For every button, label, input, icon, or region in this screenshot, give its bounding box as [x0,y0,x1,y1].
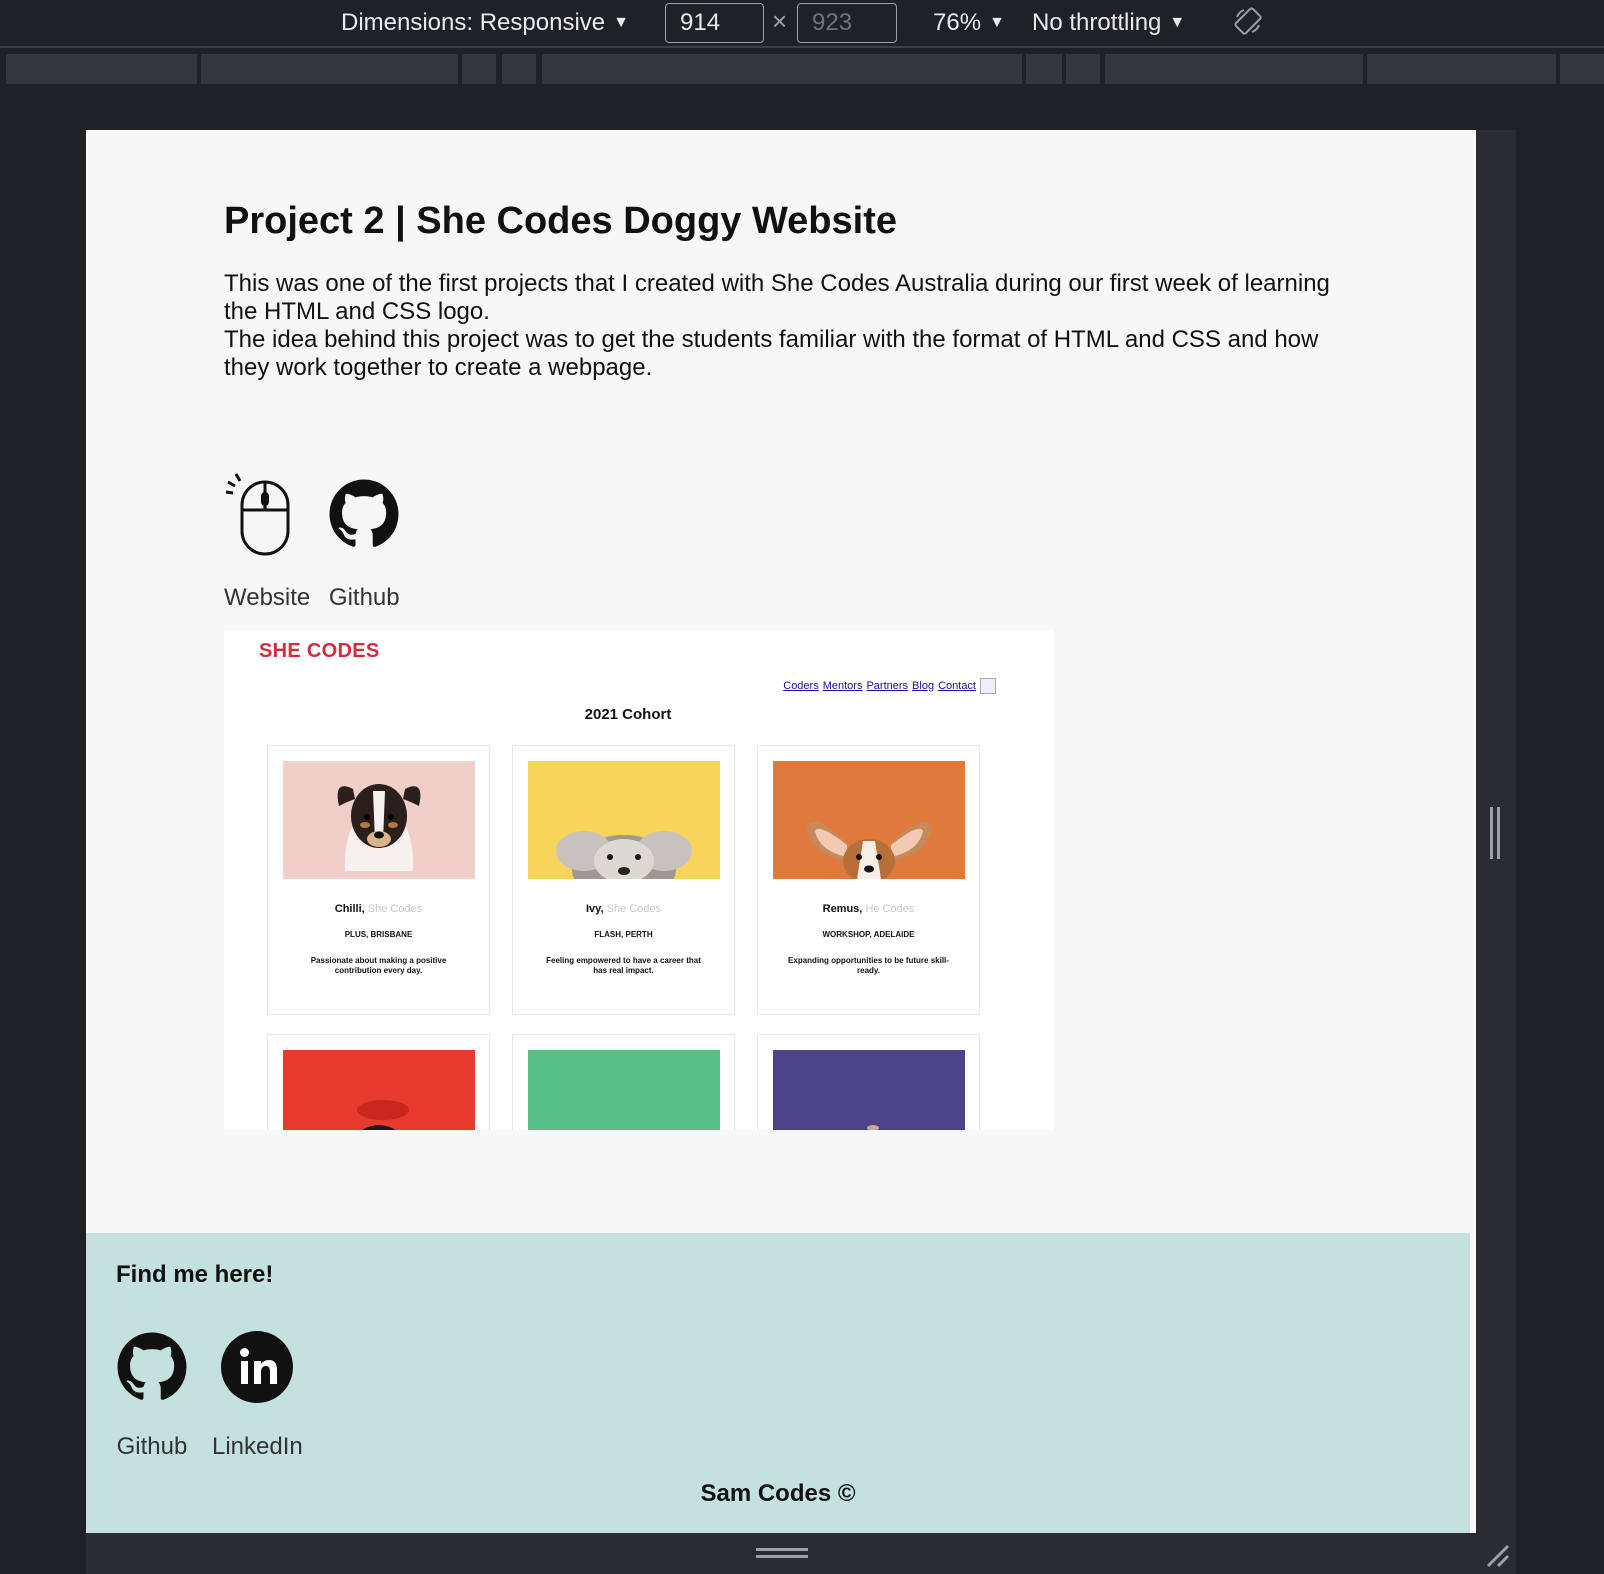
media-query-segment[interactable] [1560,54,1604,84]
dog-card: Ivy, She Codes FLASH, PERTH Feeling empo… [512,745,735,1015]
media-query-segment[interactable] [1105,54,1363,84]
zoom-dropdown[interactable]: 76% ▼ [933,8,1005,38]
she-codes-logo: SHE CODES [259,640,380,662]
project-description: This was one of the first projects that … [224,270,1344,382]
description-line: This was one of the first projects that … [224,270,1330,325]
dog-photo [773,761,965,879]
project-section: Project 2 | She Codes Doggy Website This… [224,196,1344,611]
dog-photo [528,761,720,879]
zoom-label: 76% [933,9,982,36]
chevron-down-icon: ▼ [1169,14,1186,31]
media-query-segment[interactable] [542,54,1022,84]
github-icon [117,1332,187,1400]
dog-location: PLUS, BRISBANE [344,930,413,939]
height-input[interactable]: 923 [797,3,897,43]
dimensions-dropdown[interactable]: Dimensions: Responsive ▼ [341,8,629,38]
times-separator: × [772,6,788,36]
website-link-label: Website [224,584,311,611]
dog-photo [283,1050,475,1130]
mouse-click-icon [225,473,290,556]
nav-link-contact[interactable]: Contact [938,680,976,692]
width-resize-handle[interactable] [1490,807,1500,859]
dog-name-text: Remus, [822,903,863,915]
devtools-toolbar: Dimensions: Responsive ▼ 914 × 923 76% ▼ N… [0,0,1604,48]
github-link-label: Github [328,584,400,611]
github-link[interactable]: Github [328,472,400,612]
project-preview-image: SHE CODES Coders Mentors Partners Blog C… [224,630,1054,1130]
height-resize-handle[interactable] [756,1548,808,1558]
chevron-down-icon: ▼ [613,14,629,31]
media-query-segment[interactable] [462,54,496,84]
resize-corner-icon[interactable] [1484,1542,1510,1568]
website-link[interactable]: Website [224,472,310,612]
throttling-dropdown[interactable]: No throttling ▼ [1032,8,1185,38]
media-query-segment[interactable] [1367,54,1556,84]
media-query-segment[interactable] [6,54,197,84]
dog-name: Ivy, She Codes [513,903,734,915]
dog-quote: Passionate about making a positive contr… [310,956,447,975]
dog-location: FLASH, PERTH [594,930,653,939]
linkedin-icon [221,1331,294,1403]
media-query-segment[interactable] [201,54,458,84]
nav-link-mentors[interactable]: Mentors [823,680,863,692]
project-links: Website Github [224,472,400,612]
dog-card: Remus, He Codes WORKSHOP, ADELAIDE Expan… [757,745,980,1015]
dog-card [267,1034,490,1130]
cohort-title: 2021 Cohort [584,706,672,723]
throttling-label: No throttling [1032,9,1162,36]
dog-card [757,1034,980,1130]
description-line: The idea behind this project was to get … [224,326,1319,381]
media-query-segment[interactable] [1026,54,1062,84]
dog-card [512,1034,735,1130]
dimensions-label: Dimensions: Responsive [341,9,606,36]
nav-link-coders[interactable]: Coders [783,680,818,692]
site-footer: Find me here! Github LinkedIn Sam Codes … [86,1233,1470,1533]
dog-photo [528,1050,720,1130]
dog-photo [773,1050,965,1130]
broken-image-icon [980,678,996,694]
footer-github-label: Github [116,1433,188,1460]
footer-heading: Find me here! [116,1261,274,1288]
nav-link-partners[interactable]: Partners [866,680,908,692]
rotate-icon[interactable] [1233,6,1263,36]
copyright-text: Sam Codes © [700,1480,856,1507]
media-query-segment[interactable] [502,54,536,84]
dog-location: WORKSHOP, ADELAIDE [822,930,915,939]
dog-org: She Codes [606,903,662,915]
dog-name: Remus, He Codes [758,903,979,915]
footer-github-link[interactable]: Github [116,1331,188,1461]
width-input[interactable]: 914 [665,3,764,43]
dog-name-text: Ivy, [585,903,604,915]
footer-linkedin-link[interactable]: LinkedIn [212,1331,303,1461]
dog-quote: Expanding opportunities to be future ski… [788,956,949,975]
project-title: Project 2 | She Codes Doggy Website [224,200,897,242]
dog-org: She Codes [367,903,423,915]
media-query-segment[interactable] [1066,54,1100,84]
chevron-down-icon: ▼ [989,14,1005,31]
preview-nav: Coders Mentors Partners Blog Contact [783,678,996,694]
nav-link-blog[interactable]: Blog [912,680,934,692]
media-query-bar [0,50,1604,86]
github-icon [329,479,399,547]
dog-name: Chilli, She Codes [268,903,489,915]
dog-card: Chilli, She Codes PLUS, BRISBANE Passion… [267,745,490,1015]
page-viewport: Project 2 | She Codes Doggy Website This… [86,130,1476,1533]
footer-links: Github LinkedIn [116,1331,303,1461]
dog-name-text: Chilli, [334,903,365,915]
footer-linkedin-label: LinkedIn [212,1433,303,1460]
dog-quote: Feeling empowered to have a career that … [546,956,701,975]
dog-org: He Codes [865,903,915,915]
dog-photo [283,761,475,879]
